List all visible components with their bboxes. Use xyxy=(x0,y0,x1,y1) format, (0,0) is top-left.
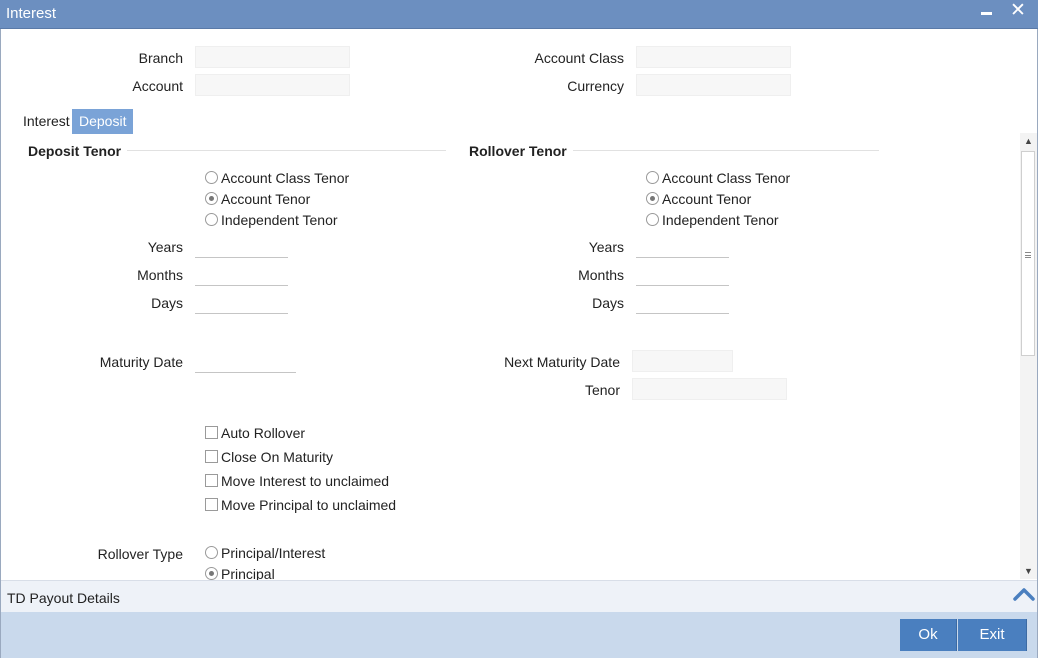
account-class-label: Account Class xyxy=(534,50,624,66)
currency-label: Currency xyxy=(567,78,624,94)
chevron-up-icon[interactable] xyxy=(1011,583,1037,609)
close-on-maturity-checkbox[interactable] xyxy=(205,450,218,463)
rollover-independent-tenor-label: Independent Tenor xyxy=(662,212,779,228)
tenor-label: Tenor xyxy=(584,382,620,398)
move-interest-unclaimed-label: Move Interest to unclaimed xyxy=(221,473,390,489)
next-maturity-date-label: Next Maturity Date xyxy=(504,354,620,370)
deposit-independent-tenor-label: Independent Tenor xyxy=(221,212,338,228)
rollover-months-input[interactable] xyxy=(636,264,729,286)
next-maturity-date-field xyxy=(632,350,733,372)
deposit-account-tenor-label: Account Tenor xyxy=(221,191,311,207)
tab-deposit[interactable]: Deposit xyxy=(72,109,134,134)
rollover-tenor-title: Rollover Tenor xyxy=(469,143,573,159)
footer-bar: Ok Exit xyxy=(1,612,1037,658)
branch-field[interactable] xyxy=(195,46,350,68)
branch-label: Branch xyxy=(138,50,183,66)
tenor-field xyxy=(632,378,787,400)
account-class-field[interactable] xyxy=(636,46,791,68)
deposit-years-input[interactable] xyxy=(195,236,288,258)
rollover-account-tenor-label: Account Tenor xyxy=(662,191,752,207)
minimize-icon[interactable] xyxy=(981,12,992,15)
rollover-type-principal-interest-radio[interactable] xyxy=(205,546,218,559)
rollover-days-input[interactable] xyxy=(636,292,729,314)
rollover-independent-tenor-radio[interactable] xyxy=(646,213,659,226)
currency-field[interactable] xyxy=(636,74,791,96)
scroll-down-arrow-icon[interactable]: ▼ xyxy=(1020,563,1037,579)
window-frame-left xyxy=(0,29,1,658)
move-interest-unclaimed-checkbox[interactable] xyxy=(205,474,218,487)
exit-button[interactable]: Exit xyxy=(958,619,1027,651)
deposit-account-class-tenor-label: Account Class Tenor xyxy=(221,170,350,186)
deposit-years-label: Years xyxy=(147,239,183,255)
rollover-days-label: Days xyxy=(592,295,624,311)
deposit-tenor-title: Deposit Tenor xyxy=(28,143,128,159)
rollover-months-label: Months xyxy=(578,267,624,283)
rollover-years-label: Years xyxy=(588,239,624,255)
deposit-independent-tenor-radio[interactable] xyxy=(205,213,218,226)
close-on-maturity-label: Close On Maturity xyxy=(221,449,334,465)
rollover-account-class-tenor-radio[interactable] xyxy=(646,171,659,184)
vertical-scrollbar[interactable]: ▲ ▼ xyxy=(1020,133,1037,579)
close-icon[interactable]: ✕ xyxy=(1010,0,1026,22)
move-principal-unclaimed-checkbox[interactable] xyxy=(205,498,218,511)
deposit-account-tenor-radio[interactable] xyxy=(205,192,218,205)
scroll-up-arrow-icon[interactable]: ▲ xyxy=(1020,133,1037,149)
auto-rollover-checkbox[interactable] xyxy=(205,426,218,439)
rollover-type-principal-interest-label: Principal/Interest xyxy=(221,545,326,561)
scroll-grip-icon xyxy=(1025,252,1031,258)
rollover-account-tenor-radio[interactable] xyxy=(646,192,659,205)
account-label: Account xyxy=(132,78,183,94)
rollover-type-principal-radio[interactable] xyxy=(205,567,218,580)
ok-button[interactable]: Ok xyxy=(900,619,957,651)
account-field[interactable] xyxy=(195,74,350,96)
td-payout-details-label: TD Payout Details xyxy=(7,590,120,606)
window-title: Interest xyxy=(6,5,57,22)
deposit-months-input[interactable] xyxy=(195,264,288,286)
deposit-days-label: Days xyxy=(151,295,183,311)
deposit-account-class-tenor-radio[interactable] xyxy=(205,171,218,184)
td-payout-details-bar[interactable]: TD Payout Details xyxy=(1,580,1037,612)
maturity-date-label: Maturity Date xyxy=(99,354,183,370)
scroll-thumb[interactable] xyxy=(1021,151,1035,356)
tab-interest[interactable]: Interest xyxy=(16,109,77,134)
auto-rollover-label: Auto Rollover xyxy=(221,425,306,441)
rollover-years-input[interactable] xyxy=(636,236,729,258)
move-principal-unclaimed-label: Move Principal to unclaimed xyxy=(221,497,397,513)
deposit-months-label: Months xyxy=(137,267,183,283)
maturity-date-input[interactable] xyxy=(195,351,296,373)
rollover-type-label: Rollover Type xyxy=(97,546,183,562)
rollover-account-class-tenor-label: Account Class Tenor xyxy=(662,170,791,186)
window-titlebar: Interest ✕ xyxy=(0,0,1038,29)
deposit-days-input[interactable] xyxy=(195,292,288,314)
